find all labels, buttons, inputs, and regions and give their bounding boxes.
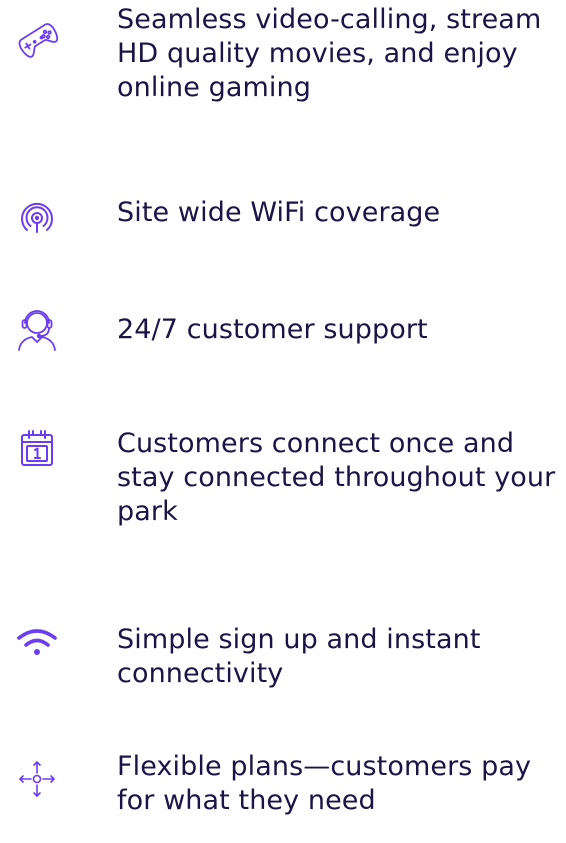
feature-text: Customers connect once and stay connecte… [117,428,556,527]
headset-support-icon [14,306,60,352]
wifi-signal-icon [14,195,60,241]
feature-text: 24/7 customer support [117,314,428,345]
move-arrows-icon [14,756,60,802]
feature-list: Seamless video-calling, stream HD qualit… [0,0,566,843]
feature-text: Seamless video-calling, stream HD qualit… [117,4,542,103]
calendar-icon [14,425,60,471]
feature-text: Simple sign up and instant connectivity [117,624,481,689]
feature-text: Site wide WiFi coverage [117,197,441,228]
wifi-icon [14,619,60,665]
gamepad-icon [14,15,60,61]
feature-text: Flexible plans—customers pay for what th… [117,751,532,816]
